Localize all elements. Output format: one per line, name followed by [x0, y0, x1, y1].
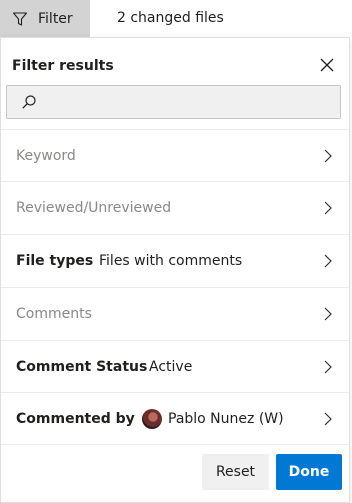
filter-row-file-types[interactable]: File types Files with comments — [1, 234, 349, 286]
row-value: Pablo Nunez (W) — [168, 411, 284, 427]
row-value: Files with comments — [99, 253, 243, 269]
row-label: File types — [16, 253, 94, 269]
chevron-right-icon — [324, 254, 332, 268]
changed-files-count: 2 changed files — [117, 10, 224, 26]
filter-row-comments[interactable]: Comments — [1, 287, 349, 339]
chevron-right-icon — [324, 307, 332, 321]
filter-panel: Filter results Keyword Reviewed/Unreview… — [0, 37, 350, 503]
search-icon — [22, 95, 36, 109]
chevron-right-icon — [324, 412, 332, 426]
filter-icon — [12, 11, 28, 26]
search-input[interactable] — [45, 90, 334, 116]
filter-row-comment-status[interactable]: Comment Status Active — [1, 340, 349, 392]
panel-title: Filter results — [12, 58, 114, 74]
done-button[interactable]: Done — [276, 454, 342, 490]
row-label: Commented by — [16, 411, 135, 427]
chevron-right-icon — [324, 149, 332, 163]
search-box[interactable] — [6, 85, 341, 119]
row-label: Comment Status — [16, 359, 148, 375]
filter-row-keyword[interactable]: Keyword — [1, 129, 349, 181]
row-label: Comments — [16, 306, 92, 322]
reset-button[interactable]: Reset — [202, 454, 269, 490]
chevron-right-icon — [324, 360, 332, 374]
close-icon[interactable] — [319, 57, 335, 73]
row-value: Active — [149, 359, 193, 375]
row-label: Reviewed/Unreviewed — [16, 200, 172, 216]
row-label: Keyword — [16, 148, 76, 164]
top-toolbar: Filter 2 changed files — [0, 0, 352, 37]
footer-divider — [1, 444, 349, 445]
filter-row-reviewed[interactable]: Reviewed/Unreviewed — [1, 181, 349, 233]
chevron-right-icon — [324, 201, 332, 215]
filter-button-label: Filter — [38, 10, 73, 27]
filter-button[interactable]: Filter — [0, 0, 90, 37]
avatar — [142, 409, 162, 429]
filter-row-commented-by[interactable]: Commented by Pablo Nunez (W) — [1, 392, 349, 444]
